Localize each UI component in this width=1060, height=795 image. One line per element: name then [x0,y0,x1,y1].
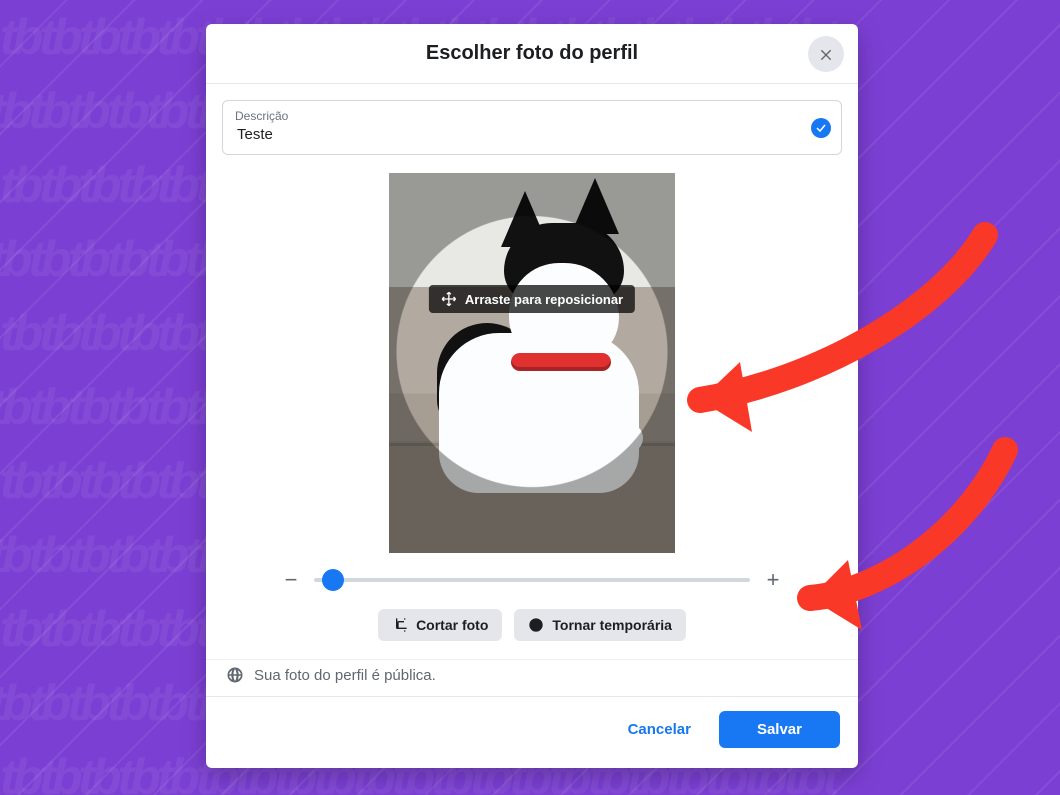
modal-footer: Cancelar Salvar [206,696,858,768]
description-label: Descrição [235,109,801,123]
photo-crop-area[interactable]: Arraste para reposicionar [389,173,675,553]
description-field[interactable]: Descrição [222,100,842,155]
make-temporary-label: Tornar temporária [552,617,672,633]
move-icon [441,291,457,307]
profile-photo-modal: Escolher foto do perfil Descrição [206,24,858,768]
description-valid-badge [811,118,831,138]
modal-header: Escolher foto do perfil [206,24,858,84]
drag-hint-text: Arraste para reposicionar [465,292,623,307]
modal-title: Escolher foto do perfil [222,42,842,65]
save-button[interactable]: Salvar [719,711,840,748]
photo-cat-paw-left [517,428,565,456]
zoom-slider-row: − + [222,553,842,601]
photo-actions-row: Cortar foto Tornar temporária [222,601,842,659]
photo-cat-collar [511,353,611,371]
crop-photo-button[interactable]: Cortar foto [378,609,502,641]
description-input[interactable] [235,125,801,144]
clock-icon [528,617,544,633]
public-notice-text: Sua foto do perfil é pública. [254,667,436,684]
crop-icon [392,617,408,633]
globe-icon [226,666,244,684]
crop-photo-label: Cortar foto [416,617,488,633]
check-icon [815,122,827,134]
zoom-in-label[interactable]: + [764,567,782,593]
photo-cat-head [509,263,619,363]
photo-cat-paw-right [589,423,643,453]
make-temporary-button[interactable]: Tornar temporária [514,609,686,641]
zoom-out-label[interactable]: − [282,567,300,593]
cancel-button[interactable]: Cancelar [614,713,705,746]
drag-hint-pill: Arraste para reposicionar [429,285,635,313]
close-button[interactable] [808,36,844,72]
public-notice: Sua foto do perfil é pública. [206,659,858,696]
zoom-slider[interactable] [314,578,750,582]
close-icon [818,46,834,62]
